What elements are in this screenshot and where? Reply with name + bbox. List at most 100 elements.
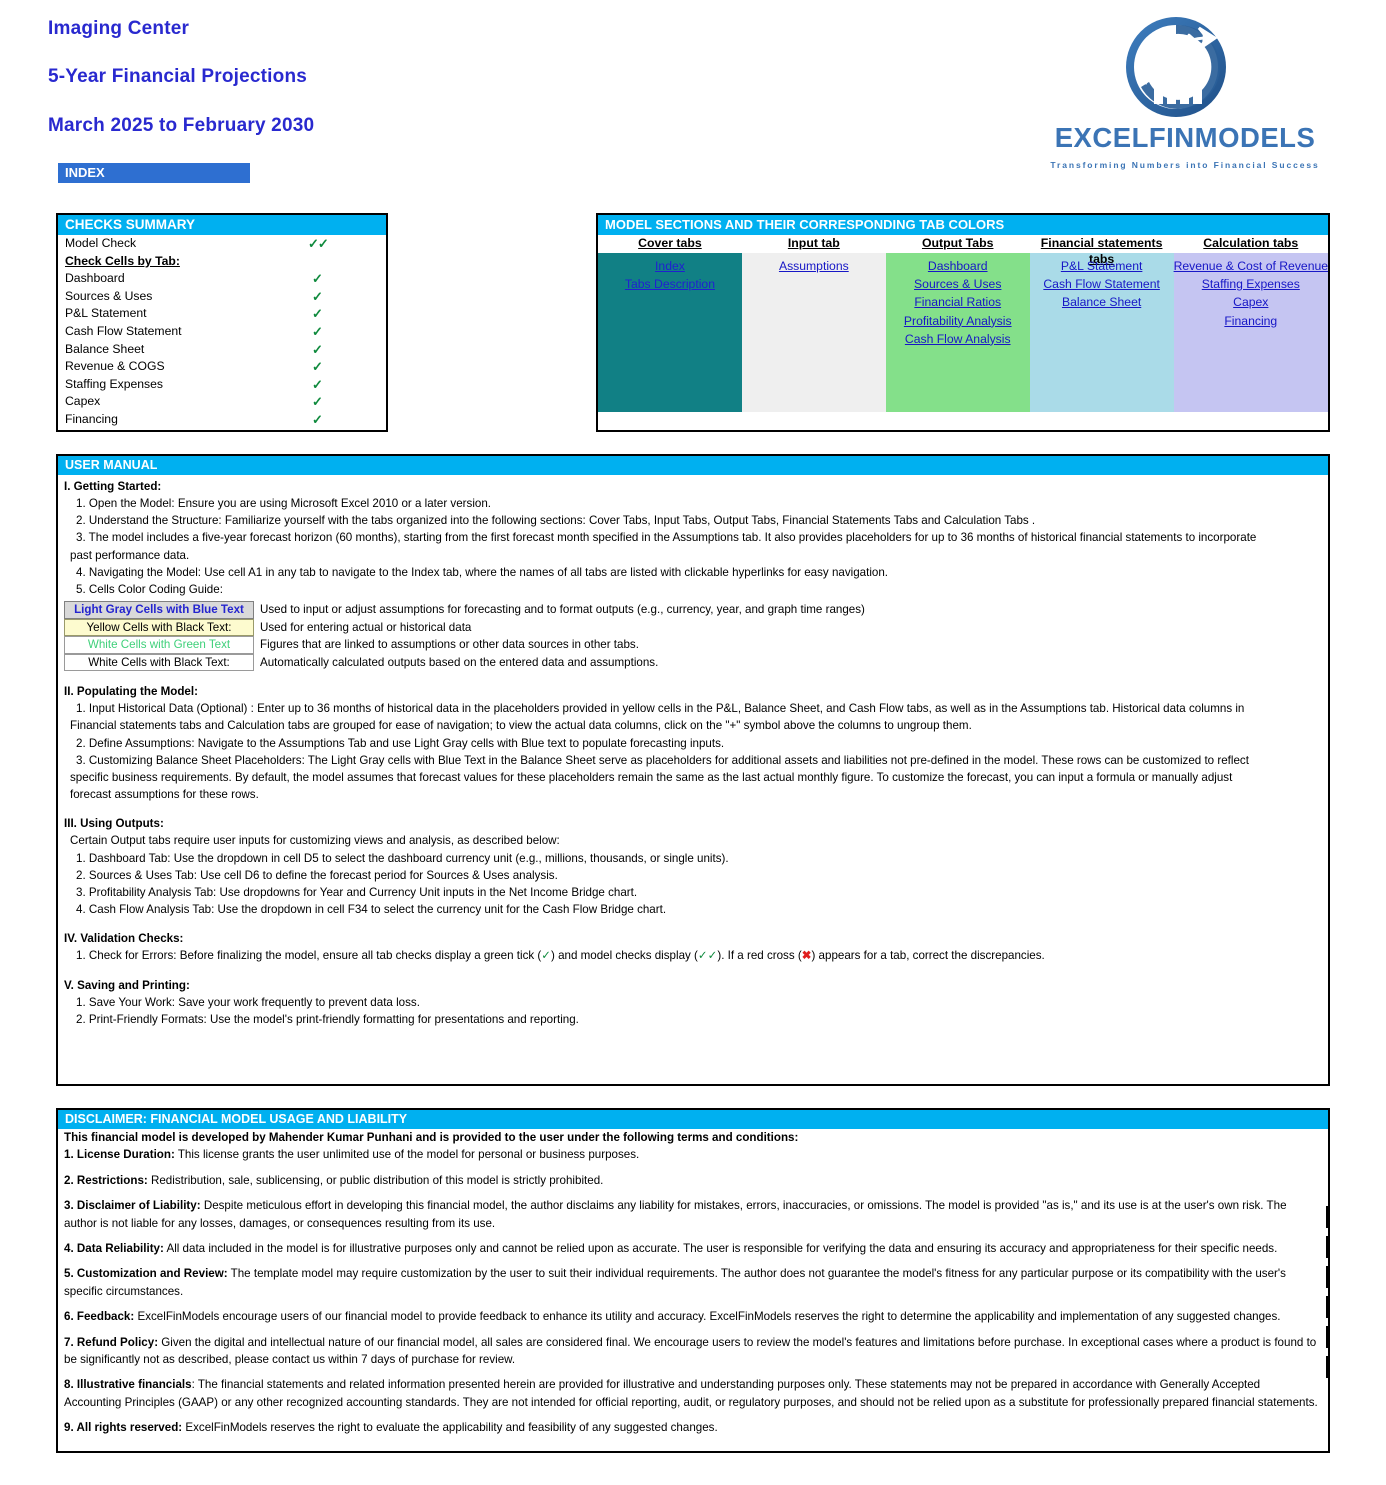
tab-link-index[interactable]: Index — [598, 257, 742, 275]
color-guide-description: Used to input or adjust assumptions for … — [260, 603, 865, 617]
manual-item-continued: forecast assumptions for these rows. — [70, 788, 259, 802]
validation-text-a: 1. Check for Errors: Before finalizing t… — [76, 949, 542, 963]
column-header: Calculation tabs — [1173, 235, 1329, 253]
document-subtitle: 5-Year Financial Projections — [48, 66, 308, 87]
item-label: License Duration: — [76, 1148, 175, 1162]
item-label: Disclaimer of Liability: — [76, 1199, 201, 1213]
index-tab-label: INDEX — [58, 163, 250, 183]
check-tick-icon: ✓✓ — [308, 236, 329, 251]
check-tick-icon: ✓ — [312, 341, 323, 357]
tab-link-financial-ratios[interactable]: Financial Ratios — [886, 293, 1030, 311]
disclaimer-title: DISCLAIMER: FINANCIAL MODEL USAGE AND LI… — [58, 1110, 1328, 1129]
check-label: Financing — [65, 411, 118, 426]
tab-link-financing[interactable]: Financing — [1174, 312, 1328, 330]
color-swatch-white-green-text: White Cells with Green Text — [64, 636, 254, 654]
disclaimer-item: 5. Customization and Review: The templat… — [58, 1265, 1328, 1300]
manual-item: 1. Dashboard Tab: Use the dropdown in ce… — [76, 851, 729, 865]
item-text: ExcelFinModels encourage users of our fi… — [134, 1310, 1281, 1324]
manual-item: 1. Open the Model: Ensure you are using … — [76, 497, 492, 510]
table-row: Dashboard ✓ — [58, 270, 386, 288]
disclaimer-item: 9. All rights reserved: ExcelFinModels r… — [58, 1419, 1328, 1436]
manual-item-validation: 1. Check for Errors: Before finalizing t… — [58, 947, 1328, 964]
check-tick-icon: ✓ — [312, 323, 323, 339]
check-label: Cash Flow Statement — [65, 323, 182, 338]
model-sections-panel: MODEL SECTIONS AND THEIR CORRESPONDING T… — [596, 213, 1330, 432]
color-swatch-yellow-black-text: Yellow Cells with Black Text: — [64, 618, 254, 637]
color-guide-row: White Cells with Black Text: Automatical… — [64, 653, 1164, 672]
section-column-output-tabs: Output Tabs Dashboard Sources & Uses Fin… — [885, 235, 1030, 412]
item-label: Illustrative financials — [76, 1378, 192, 1392]
tab-link-balance-sheet[interactable]: Balance Sheet — [1030, 293, 1174, 311]
table-row: Financing ✓ — [58, 411, 386, 429]
page-header: Imaging Center 5-Year Financial Projecti… — [0, 0, 1386, 200]
manual-section-heading: V. Saving and Printing: — [64, 978, 190, 992]
green-tick-icon: ✓ — [541, 949, 551, 963]
table-row: Capex ✓ — [58, 393, 386, 411]
tab-link-pl-statement[interactable]: P&L Statement — [1030, 257, 1174, 275]
disclaimer-panel: DISCLAIMER: FINANCIAL MODEL USAGE AND LI… — [56, 1108, 1330, 1453]
manual-item: 4. Cash Flow Analysis Tab: Use the dropd… — [76, 903, 667, 917]
table-row: Staffing Expenses ✓ — [58, 376, 386, 394]
manual-item: 2. Understand the Structure: Familiarize… — [76, 514, 1036, 528]
validation-text-d: ) appears for a tab, correct the discrep… — [811, 949, 1045, 963]
section-column-input-tab: Input tab Assumptions — [741, 235, 886, 412]
table-row: P&L Statement ✓ — [58, 305, 386, 323]
item-number: 8. — [64, 1378, 77, 1392]
section-column-cover-tabs: Cover tabs Index Tabs Description — [598, 235, 742, 412]
disclaimer-item: 8. Illustrative financials: The financia… — [58, 1376, 1328, 1411]
color-guide-row: White Cells with Green Text Figures that… — [64, 636, 1164, 654]
check-label: Dashboard — [65, 271, 125, 286]
check-tick-icon: ✓ — [312, 376, 323, 392]
table-row: Cash Flow Statement ✓ — [58, 323, 386, 341]
tab-link-staffing-expenses[interactable]: Staffing Expenses — [1174, 275, 1328, 293]
tab-link-cash-flow-analysis[interactable]: Cash Flow Analysis — [886, 330, 1030, 348]
section-column-financial-statements-tabs: Financial statements tabs P&L Statement … — [1029, 235, 1174, 412]
check-label: Model Check — [65, 236, 137, 250]
manual-item-continued: past performance data. — [70, 548, 190, 562]
check-subheading: Check Cells by Tab: — [58, 253, 386, 271]
tab-link-cash-flow-statement[interactable]: Cash Flow Statement — [1030, 275, 1174, 293]
tab-link-capex[interactable]: Capex — [1174, 293, 1328, 311]
tab-link-profitability-analysis[interactable]: Profitability Analysis — [886, 312, 1030, 330]
item-text: Given the digital and intellectual natur… — [64, 1335, 1317, 1367]
item-number: 7. — [64, 1335, 77, 1349]
item-text: Despite meticulous effort in developing … — [64, 1199, 1287, 1230]
manual-item-continued: specific business requirements. By defau… — [70, 771, 1233, 785]
item-number: 5. — [64, 1267, 77, 1281]
column-header: Output Tabs — [885, 235, 1030, 253]
company-title: Imaging Center — [48, 18, 190, 39]
item-label: Feedback: — [76, 1310, 135, 1324]
tab-link-revenue-cost-of-revenue[interactable]: Revenue & Cost of Revenue — [1174, 257, 1328, 275]
color-coding-guide: Light Gray Cells with Blue Text Used to … — [64, 601, 1164, 672]
color-guide-row: Light Gray Cells with Blue Text Used to … — [64, 601, 1164, 619]
check-subheading-label: Check Cells by Tab: — [65, 253, 180, 268]
brand-logo: EXCELFINMODELS Transforming Numbers into… — [1025, 14, 1345, 194]
projection-period: March 2025 to February 2030 — [48, 115, 315, 136]
disclaimer-item: 3. Disclaimer of Liability: Despite meti… — [58, 1197, 1328, 1232]
check-row-model-check: Model Check ✓✓ — [58, 235, 386, 253]
user-manual-panel: USER MANUAL I. Getting Started: 1. Open … — [56, 454, 1330, 1086]
table-row: Balance Sheet ✓ — [58, 341, 386, 359]
print-page-break-marker — [1326, 1206, 1328, 1386]
tab-link-dashboard[interactable]: Dashboard — [886, 257, 1030, 275]
check-tick-icon: ✓ — [312, 288, 323, 304]
item-number: 9. — [64, 1421, 77, 1435]
section-column-calculation-tabs: Calculation tabs Revenue & Cost of Reven… — [1173, 235, 1329, 412]
manual-item: 3. Profitability Analysis Tab: Use dropd… — [76, 886, 638, 900]
item-label: All rights reserved: — [76, 1421, 183, 1435]
disclaimer-item: 4. Data Reliability: All data included i… — [58, 1240, 1328, 1257]
check-label: Capex — [65, 394, 101, 409]
tab-link-sources-uses[interactable]: Sources & Uses — [886, 275, 1030, 293]
tab-link-tabs-description[interactable]: Tabs Description — [598, 275, 742, 293]
manual-section-heading: III. Using Outputs: — [64, 817, 164, 831]
manual-item: 1. Input Historical Data (Optional) : En… — [76, 702, 1245, 716]
check-tick-icon: ✓ — [312, 306, 323, 322]
color-swatch-white-black-text: White Cells with Black Text: — [64, 653, 254, 672]
manual-item: 3. Customizing Balance Sheet Placeholder… — [76, 753, 1249, 767]
tab-link-assumptions[interactable]: Assumptions — [742, 257, 886, 275]
model-sections-title: MODEL SECTIONS AND THEIR CORRESPONDING T… — [598, 215, 1328, 235]
item-number: 4. — [64, 1242, 77, 1256]
